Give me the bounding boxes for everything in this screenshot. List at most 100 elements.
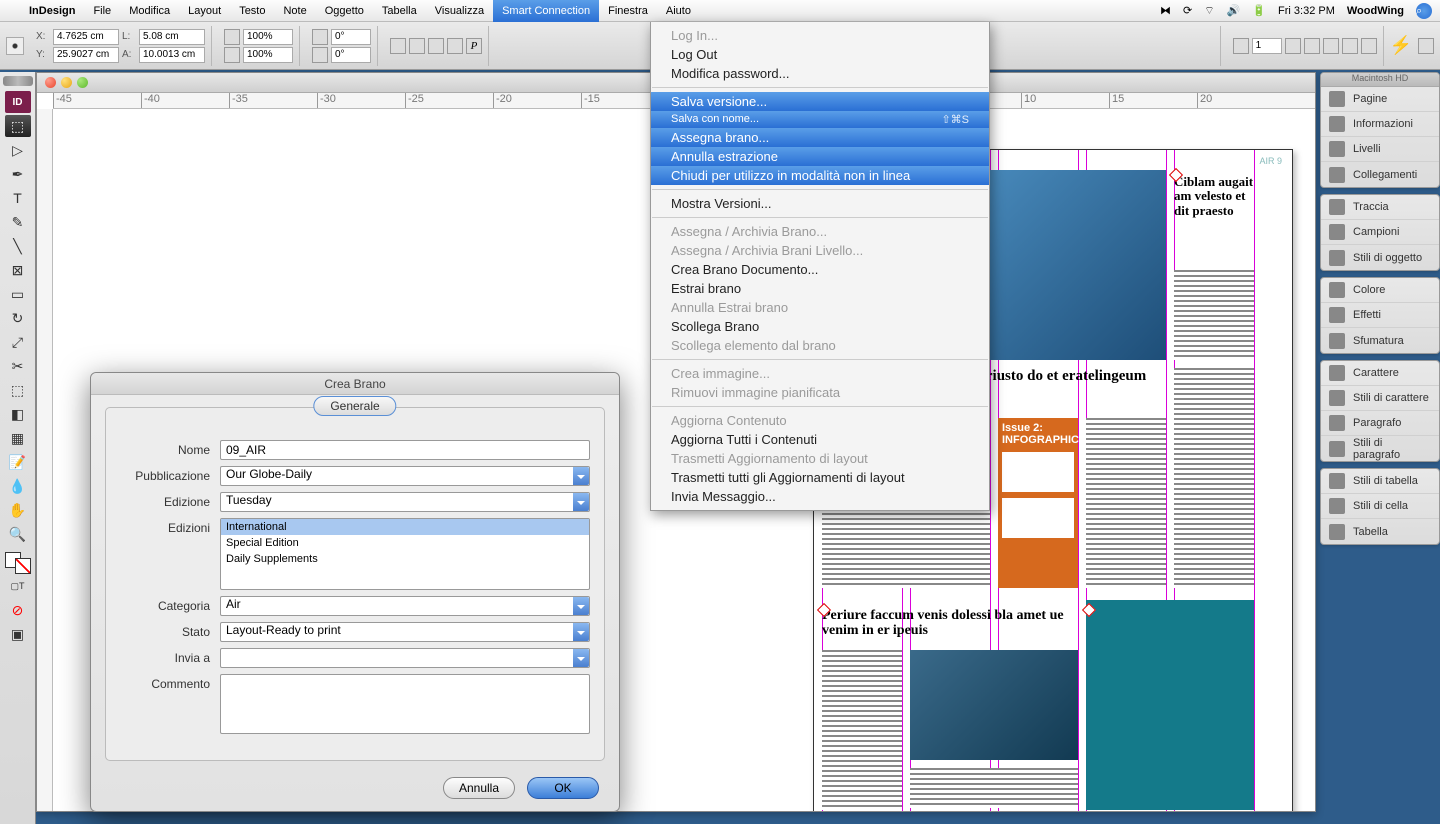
- dialog-tab-general[interactable]: Generale: [313, 396, 396, 416]
- menu-send-all-layout-updates[interactable]: Trasmetti tutti gli Aggiornamenti di lay…: [651, 468, 989, 487]
- type-tool[interactable]: T: [5, 187, 31, 209]
- reference-point-icon[interactable]: [6, 37, 24, 55]
- scale-v-field[interactable]: [243, 47, 293, 63]
- sync-icon[interactable]: ⟳: [1183, 4, 1192, 17]
- edizioni-option[interactable]: International: [221, 519, 589, 535]
- field-invia[interactable]: [220, 648, 590, 668]
- align-icon[interactable]: [1233, 38, 1249, 54]
- free-transform-tool[interactable]: ⬚: [5, 379, 31, 401]
- panel-cellstyle[interactable]: Stili di cella: [1321, 494, 1439, 519]
- menu-assign-story[interactable]: Assegna brano...: [651, 128, 989, 147]
- panel-info[interactable]: Informazioni: [1321, 112, 1439, 137]
- app-menu[interactable]: InDesign: [20, 0, 84, 22]
- wifi-icon[interactable]: ⌔: [1204, 4, 1214, 18]
- ok-button[interactable]: OK: [527, 777, 599, 799]
- x-field[interactable]: [53, 29, 119, 45]
- cancel-button[interactable]: Annulla: [443, 777, 515, 799]
- menu-send-message[interactable]: Invia Messaggio...: [651, 487, 989, 506]
- panel-charstyle[interactable]: Stili di carattere: [1321, 386, 1439, 411]
- view-mode-icon[interactable]: ▣: [5, 623, 31, 645]
- zoom-tool[interactable]: 🔍: [5, 523, 31, 545]
- rotate-cw-icon[interactable]: [409, 38, 425, 54]
- field-categoria[interactable]: Air: [220, 596, 590, 616]
- vertical-ruler[interactable]: [37, 109, 53, 811]
- menu-unlink-story[interactable]: Scollega Brano: [651, 317, 989, 336]
- volume-icon[interactable]: 🔊: [1227, 4, 1241, 17]
- clock[interactable]: Fri 3:32 PM: [1278, 5, 1335, 17]
- menu-create-doc-story[interactable]: Crea Brano Documento...: [651, 260, 989, 279]
- edizioni-option[interactable]: Special Edition: [221, 535, 589, 551]
- flip-h-icon[interactable]: [428, 38, 444, 54]
- spotlight-icon[interactable]: ⌕: [1416, 3, 1432, 19]
- text-block[interactable]: [822, 650, 902, 810]
- story-image[interactable]: [910, 650, 1078, 760]
- misc-icon[interactable]: [1304, 38, 1320, 54]
- quick-apply-icon[interactable]: ⚡: [1390, 35, 1412, 56]
- user-menu[interactable]: WoodWing: [1347, 5, 1404, 17]
- headline-1[interactable]: Ciblam augait am velesto et dit praesto: [1174, 175, 1254, 218]
- panel-objstyles[interactable]: Stili di oggetto: [1321, 245, 1439, 270]
- misc-icon[interactable]: [1342, 38, 1358, 54]
- menu-cancel-checkout[interactable]: Annulla estrazione: [651, 147, 989, 166]
- minimize-button[interactable]: [61, 77, 72, 88]
- field-stato[interactable]: Layout-Ready to print: [220, 622, 590, 642]
- close-button[interactable]: [45, 77, 56, 88]
- infographic-box[interactable]: Issue 2: INFOGRAPHIC: [998, 418, 1078, 588]
- pen-tool[interactable]: ✒: [5, 163, 31, 185]
- panel-parastyle[interactable]: Stili di paragrafo: [1321, 436, 1439, 461]
- text-block[interactable]: [910, 768, 1078, 808]
- selection-tool[interactable]: ⬚: [5, 115, 31, 137]
- workspace-icon[interactable]: [1418, 38, 1434, 54]
- shear-field[interactable]: [331, 47, 371, 63]
- menu-change-password[interactable]: Modifica password...: [651, 64, 989, 83]
- rotate-tool[interactable]: ↻: [5, 307, 31, 329]
- misc-icon[interactable]: [1323, 38, 1339, 54]
- edizioni-option[interactable]: Daily Supplements: [221, 551, 589, 567]
- button-tool[interactable]: ▦: [5, 427, 31, 449]
- menu-visualizza[interactable]: Visualizza: [426, 0, 493, 22]
- menu-save-as[interactable]: Salva con nome...⇧⌘S: [651, 111, 989, 128]
- menu-logout[interactable]: Log Out: [651, 45, 989, 64]
- headline-3[interactable]: Periure faccum venis dolessi bla amet ue…: [822, 608, 1078, 639]
- menu-modifica[interactable]: Modifica: [120, 0, 179, 22]
- h-field[interactable]: [139, 47, 205, 63]
- bluetooth-icon[interactable]: ⧓: [1160, 4, 1171, 17]
- w-field[interactable]: [139, 29, 205, 45]
- field-pubblicazione[interactable]: Our Globe-Daily: [220, 466, 590, 486]
- misc-icon[interactable]: [1361, 38, 1377, 54]
- gradient-tool[interactable]: ◧: [5, 403, 31, 425]
- format-text-icon[interactable]: ▢T: [5, 575, 31, 597]
- menu-layout[interactable]: Layout: [179, 0, 230, 22]
- panel-links[interactable]: Collegamenti: [1321, 162, 1439, 187]
- field-commento[interactable]: [220, 674, 590, 734]
- direct-selection-tool[interactable]: ▷: [5, 139, 31, 161]
- rotate-field[interactable]: [331, 29, 371, 45]
- menu-finestra[interactable]: Finestra: [599, 0, 657, 22]
- menu-file[interactable]: File: [84, 0, 120, 22]
- scale-h-field[interactable]: [243, 29, 293, 45]
- p-icon[interactable]: P: [466, 38, 482, 54]
- text-block[interactable]: [1174, 368, 1254, 588]
- panel-tablestyle[interactable]: Stili di tabella: [1321, 469, 1439, 494]
- text-block[interactable]: [1174, 270, 1254, 360]
- eyedropper-tool[interactable]: 💧: [5, 475, 31, 497]
- line-tool[interactable]: ╲: [5, 235, 31, 257]
- rectangle-tool[interactable]: ▭: [5, 283, 31, 305]
- menu-update-all-content[interactable]: Aggiorna Tutti i Contenuti: [651, 430, 989, 449]
- text-block[interactable]: [1086, 418, 1166, 588]
- panel-layers[interactable]: Livelli: [1321, 137, 1439, 162]
- panel-char[interactable]: Carattere: [1321, 361, 1439, 386]
- menu-testo[interactable]: Testo: [230, 0, 274, 22]
- field-edizioni[interactable]: International Special Edition Daily Supp…: [220, 518, 590, 590]
- menu-save-version[interactable]: Salva versione...: [651, 92, 989, 111]
- menu-tabella[interactable]: Tabella: [373, 0, 426, 22]
- hand-tool[interactable]: ✋: [5, 499, 31, 521]
- menu-smart-connection[interactable]: Smart Connection: [493, 0, 599, 22]
- panel-color[interactable]: Colore: [1321, 278, 1439, 303]
- note-tool[interactable]: 📝: [5, 451, 31, 473]
- panel-swatches[interactable]: Campioni: [1321, 220, 1439, 245]
- menu-show-versions[interactable]: Mostra Versioni...: [651, 194, 989, 213]
- toolbox-handle[interactable]: [3, 76, 33, 86]
- panel-fx[interactable]: Effetti: [1321, 303, 1439, 328]
- panel-pages[interactable]: Pagine: [1321, 87, 1439, 112]
